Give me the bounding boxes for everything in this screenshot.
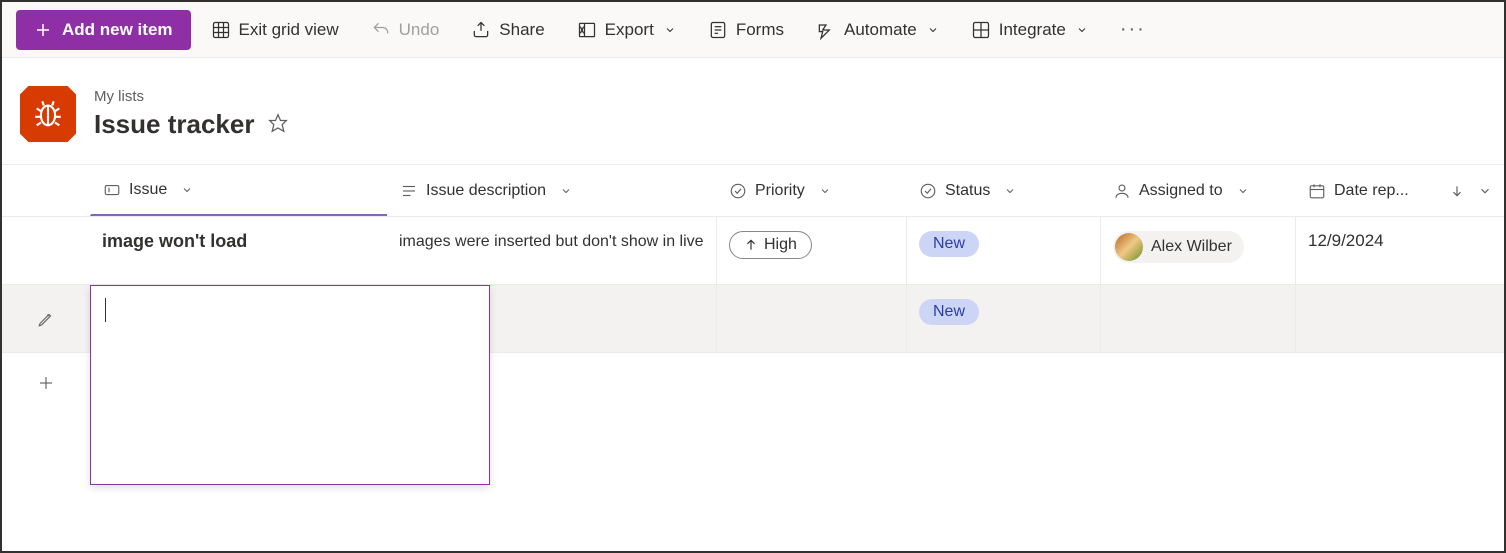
export-label: Export <box>605 20 654 40</box>
table-row[interactable]: image won't load images were inserted bu… <box>2 217 1504 285</box>
column-header-date-label: Date rep... <box>1334 182 1409 200</box>
column-header-priority-label: Priority <box>755 182 805 200</box>
column-header-desc-label: Issue description <box>426 182 546 200</box>
choice-icon <box>729 182 747 200</box>
integrate-button[interactable]: Integrate <box>959 12 1100 48</box>
column-header-status-label: Status <box>945 182 990 200</box>
add-row-button[interactable] <box>2 374 90 392</box>
add-new-item-label: Add new item <box>62 20 173 40</box>
add-new-item-button[interactable]: Add new item <box>16 10 191 50</box>
forms-label: Forms <box>736 20 784 40</box>
column-header-status[interactable]: Status <box>906 165 1100 216</box>
undo-icon <box>371 20 391 40</box>
excel-icon <box>577 20 597 40</box>
cell-assigned[interactable] <box>1100 285 1295 352</box>
forms-button[interactable]: Forms <box>696 12 796 48</box>
favorite-star-button[interactable] <box>268 113 288 136</box>
ellipsis-icon: ··· <box>1120 18 1146 40</box>
chevron-down-icon <box>664 24 676 36</box>
multiline-icon <box>400 182 418 200</box>
cell-issue-value: image won't load <box>102 231 247 252</box>
automate-button[interactable]: Automate <box>804 12 951 48</box>
grid-header-row: Issue Issue description Priority Status … <box>2 165 1504 217</box>
chevron-down-icon <box>1237 185 1249 197</box>
date-value: 12/9/2024 <box>1308 231 1384 251</box>
chevron-down-icon <box>819 185 831 197</box>
automate-label: Automate <box>844 20 917 40</box>
column-header-assigned[interactable]: Assigned to <box>1100 165 1295 216</box>
share-icon <box>471 20 491 40</box>
integrate-label: Integrate <box>999 20 1066 40</box>
undo-button[interactable]: Undo <box>359 12 452 48</box>
cell-desc-value: images were inserted but don't show in l… <box>399 231 704 253</box>
chevron-down-icon <box>927 24 939 36</box>
status-pill: New <box>919 299 979 325</box>
data-grid: Issue Issue description Priority Status … <box>2 164 1504 413</box>
column-header-priority[interactable]: Priority <box>716 165 906 216</box>
star-icon <box>268 113 288 133</box>
chevron-down-icon <box>1004 185 1016 197</box>
list-icon-tile <box>20 86 76 142</box>
row-selector[interactable] <box>2 217 90 284</box>
pencil-icon <box>37 310 55 328</box>
text-field-icon <box>103 181 121 199</box>
choice-icon <box>919 182 937 200</box>
chevron-down-icon <box>1076 24 1088 36</box>
person-chip: Alex Wilber <box>1113 231 1244 263</box>
status-pill: New <box>919 231 979 257</box>
flow-icon <box>816 20 836 40</box>
share-button[interactable]: Share <box>459 12 556 48</box>
avatar <box>1115 233 1143 261</box>
command-bar: Add new item Exit grid view Undo Share E… <box>2 2 1504 58</box>
integrate-icon <box>971 20 991 40</box>
priority-value: High <box>764 236 797 254</box>
column-header-assigned-label: Assigned to <box>1139 182 1223 200</box>
plus-icon <box>34 21 52 39</box>
cell-status[interactable]: New <box>906 285 1100 352</box>
cell-date[interactable] <box>1295 285 1504 352</box>
chevron-down-icon <box>181 184 193 196</box>
chevron-down-icon <box>1478 184 1492 198</box>
priority-pill: High <box>729 231 812 259</box>
cell-status[interactable]: New <box>906 217 1100 284</box>
person-name: Alex Wilber <box>1151 238 1232 256</box>
cell-priority[interactable]: High <box>716 217 906 284</box>
list-title: Issue tracker <box>94 109 254 140</box>
exit-grid-view-button[interactable]: Exit grid view <box>199 12 351 48</box>
column-header-description[interactable]: Issue description <box>387 165 716 216</box>
grid-icon <box>211 20 231 40</box>
list-header: My lists Issue tracker <box>2 58 1504 164</box>
person-icon <box>1113 182 1131 200</box>
cell-priority[interactable] <box>716 285 906 352</box>
breadcrumb[interactable]: My lists <box>94 88 288 105</box>
column-header-date[interactable]: Date rep... <box>1295 165 1504 216</box>
row-selector-header <box>2 165 90 216</box>
cell-edit-textarea[interactable] <box>90 285 490 485</box>
share-label: Share <box>499 20 544 40</box>
arrow-up-icon <box>744 238 758 252</box>
calendar-icon <box>1308 182 1326 200</box>
cell-assigned[interactable]: Alex Wilber <box>1100 217 1295 284</box>
text-cursor <box>105 298 106 322</box>
bug-icon <box>31 97 65 131</box>
arrow-down-icon <box>1450 184 1464 198</box>
undo-label: Undo <box>399 20 440 40</box>
cell-issue[interactable]: image won't load <box>90 217 387 284</box>
export-button[interactable]: Export <box>565 12 688 48</box>
plus-icon <box>37 374 55 392</box>
chevron-down-icon <box>560 185 572 197</box>
cell-description[interactable]: images were inserted but don't show in l… <box>387 217 716 284</box>
exit-grid-label: Exit grid view <box>239 20 339 40</box>
edit-row-indicator[interactable] <box>2 285 90 352</box>
overflow-menu-button[interactable]: ··· <box>1108 10 1158 49</box>
cell-date[interactable]: 12/9/2024 <box>1295 217 1504 284</box>
forms-icon <box>708 20 728 40</box>
column-header-issue-label: Issue <box>129 181 167 199</box>
column-header-issue[interactable]: Issue <box>90 165 387 216</box>
